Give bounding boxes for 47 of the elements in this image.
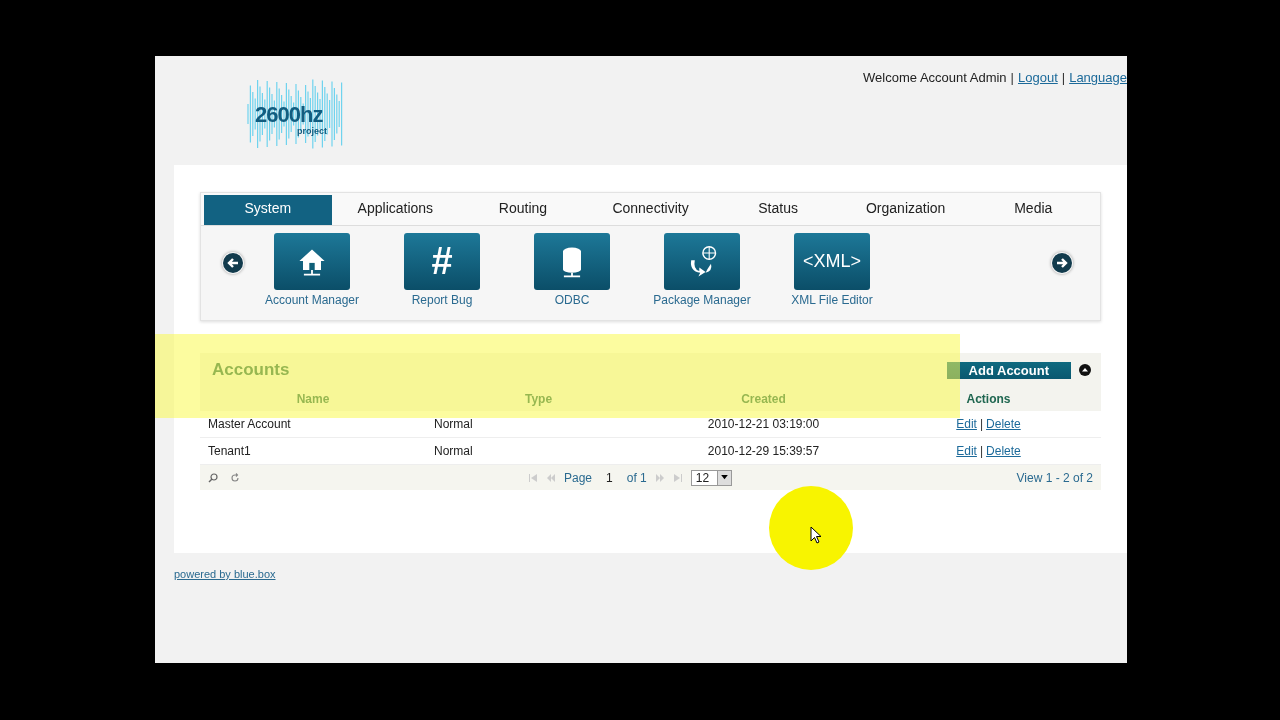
separator: | [979,443,984,460]
globe-arrows-tile-button[interactable] [664,233,740,290]
nav-tab[interactable]: Organization [841,195,970,225]
footer-link[interactable]: powered by blue.box [174,568,1127,580]
nav-tab[interactable]: Applications [331,195,460,225]
table-cell: Normal [426,411,651,438]
page-count: of 1 [626,470,647,485]
column-header[interactable]: Actions [876,387,1101,411]
nav-tab[interactable]: Media [969,195,1098,225]
xml-tile-button[interactable]: <XML> [794,233,870,290]
scroll-right-button[interactable] [1051,252,1073,274]
action-link[interactable]: Delete [986,411,1021,437]
nav-tab[interactable]: Routing [459,195,587,225]
app-link[interactable]: Package Manager [653,293,751,307]
add-account-button[interactable]: Add Account [946,361,1071,379]
collapse-icon[interactable] [1079,364,1091,376]
refresh-icon[interactable] [230,472,240,483]
app-link[interactable]: Report Bug [411,293,473,307]
welcome-text: Welcome Account Admin [863,70,1007,85]
table-cell: 2010-12-21 03:19:00 [651,411,876,438]
records-count: View 1 - 2 of 2 [1016,470,1093,485]
nav-tab[interactable]: Status [714,195,842,225]
action-link[interactable]: Delete [986,438,1021,464]
separator: | [1061,70,1066,85]
header-link[interactable]: Language [1069,70,1127,85]
nav-tab[interactable]: Connectivity [586,195,715,225]
search-icon[interactable] [208,472,218,483]
action-link[interactable]: Edit [956,411,977,437]
nav-tab[interactable]: System [204,195,332,225]
table-cell: Master Account [200,411,426,438]
separator: | [979,416,984,433]
header-link[interactable]: Logout [1018,70,1058,85]
app-link[interactable]: Account Manager [264,293,360,307]
action-link[interactable]: Edit [956,438,977,464]
hash-tile-button[interactable]: # [404,233,480,290]
mouse-pointer-icon [810,526,822,544]
app-link[interactable]: XML File Editor [791,293,873,307]
scroll-left-button[interactable] [222,252,244,274]
page-label: Page [564,470,593,485]
app-link[interactable]: ODBC [554,293,590,307]
page-number-field[interactable]: 1 [600,470,619,485]
house-tile-button[interactable] [274,233,350,290]
section-title: Accounts [212,360,290,380]
database-tile-button[interactable] [534,233,610,290]
page-size-select[interactable]: 12 [690,469,733,486]
logo: 2600hz project [245,70,345,158]
separator: | [1010,70,1014,85]
